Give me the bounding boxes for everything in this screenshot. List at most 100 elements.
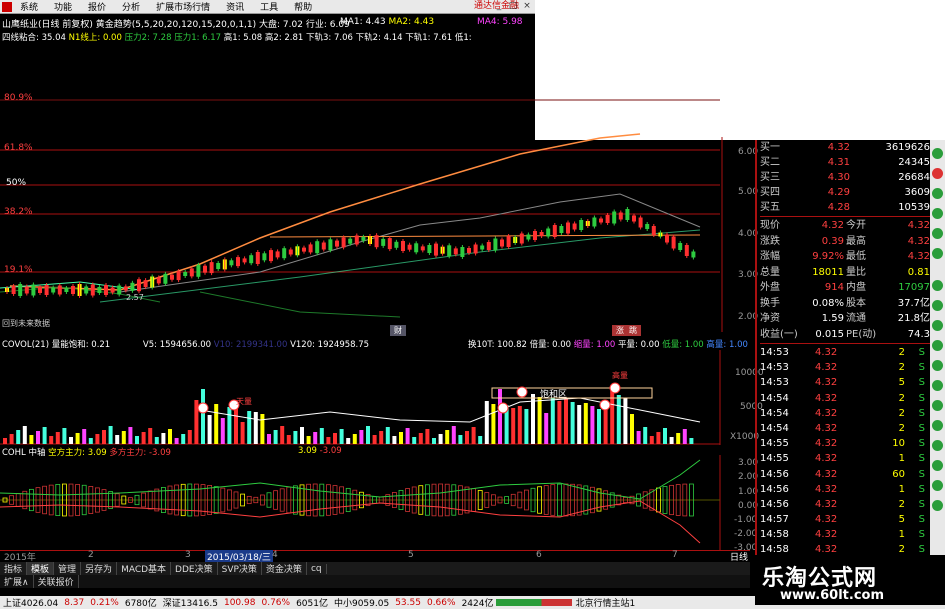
bid-row[interactable]: 买二 4.31 24345 — [760, 155, 930, 170]
stat-label: 股本 — [846, 297, 866, 309]
stat-label: 涨幅 — [760, 251, 780, 262]
menu-analysis[interactable]: 分析 — [114, 0, 148, 13]
close-icon[interactable]: × — [520, 0, 534, 13]
volume-bar — [458, 435, 463, 444]
toolbar-button-icon[interactable] — [932, 228, 943, 239]
tick-row: 14:58 4.32 1 S — [760, 527, 930, 542]
bid-row[interactable]: 买五 4.28 10539 — [760, 200, 930, 215]
toolbar-button-icon[interactable] — [932, 280, 943, 291]
side-toolbar[interactable] — [930, 140, 945, 560]
menu-help[interactable]: 帮助 — [286, 0, 320, 13]
bid-row[interactable]: 买三 4.30 26684 — [760, 170, 930, 185]
stat-row: 涨幅 9.92% 最低 4.32 — [760, 249, 930, 265]
stat-value: 21.8亿 — [897, 313, 930, 324]
volume-bar — [484, 401, 489, 444]
toolbar-button-icon[interactable] — [932, 400, 943, 411]
sh-change: 8.37 — [64, 597, 85, 608]
stat-row: 现价 4.32 今开 4.32 — [760, 218, 930, 234]
bid-price: 4.28 — [827, 202, 850, 213]
toolbar-button-icon[interactable] — [932, 188, 943, 199]
toolbar-button-icon[interactable] — [932, 168, 943, 179]
toolbar-button-icon[interactable] — [932, 208, 943, 219]
stat-value: 0.81 — [907, 266, 930, 278]
event-marker-jump[interactable]: 跳 — [625, 325, 641, 336]
volume-bar — [227, 407, 232, 444]
bid-volume: 26684 — [898, 172, 930, 183]
price-chart[interactable]: 2.57 回到未来数据 — [0, 42, 760, 332]
volume-bar — [174, 438, 179, 444]
tab-extend[interactable]: 扩展∧ — [0, 575, 34, 588]
bid-label: 买五 — [760, 202, 780, 213]
tick-time: 14:53 — [760, 347, 789, 358]
toolbar-button-icon[interactable] — [932, 320, 943, 331]
sz-amount: 6051亿 — [296, 599, 328, 609]
tab-cq[interactable]: cq — [307, 563, 327, 574]
bid-row[interactable]: 买四 4.29 3609 — [760, 185, 930, 200]
menu-tools[interactable]: 工具 — [252, 0, 286, 13]
extension-tabs: 扩展∧ 关联报价 — [0, 575, 750, 588]
volume-bar — [201, 389, 205, 444]
stat-value: 4.32 — [907, 235, 930, 247]
tick-volume: 1 — [898, 529, 905, 541]
menu-news[interactable]: 资讯 — [218, 0, 252, 13]
tick-volume: 1 — [898, 483, 905, 495]
tab-indicator[interactable]: 指标 — [0, 562, 28, 575]
volume-bar — [399, 432, 403, 444]
menu-system[interactable]: 系统 — [12, 0, 46, 13]
event-marker-finance[interactable]: 财 — [390, 325, 406, 336]
tick-volume: 5 — [898, 514, 905, 526]
tab-save-as[interactable]: 另存为 — [81, 562, 118, 575]
market-breadth-bar — [496, 599, 573, 606]
tab-template[interactable]: 模板 — [27, 562, 55, 575]
toolbar-button-icon[interactable] — [932, 380, 943, 391]
bid-label: 买二 — [760, 157, 780, 168]
volume-bar — [656, 432, 661, 444]
tab-dde[interactable]: DDE决策 — [171, 562, 218, 575]
bid-volume: 10539 — [898, 202, 930, 213]
volume-bar — [300, 427, 304, 444]
toolbar-button-icon[interactable] — [932, 360, 943, 371]
cohl-axis-label: -2.00 — [734, 529, 758, 539]
volume-bar — [451, 426, 456, 444]
volume-bar — [187, 430, 192, 444]
stat-value: 1.59 — [821, 313, 844, 324]
toolbar-button-icon[interactable] — [932, 480, 943, 491]
toolbar-button-icon[interactable] — [932, 500, 943, 511]
toolbar-button-icon[interactable] — [932, 248, 943, 259]
bid-volume: 3619626 — [885, 142, 930, 153]
tab-svp[interactable]: SVP决策 — [218, 562, 262, 575]
server-name[interactable]: 北京行情主站1 — [572, 596, 638, 609]
toolbar-button-icon[interactable] — [932, 460, 943, 471]
menu-function[interactable]: 功能 — [46, 0, 80, 13]
bid-row[interactable]: 买一 4.32 3619626 — [760, 140, 930, 155]
volume-bar — [636, 431, 641, 444]
tab-manage[interactable]: 管理 — [54, 562, 82, 575]
stat-label: 最低 — [846, 251, 866, 262]
date-axis — [0, 550, 750, 562]
tick-time: 14:56 — [760, 468, 789, 480]
volume-bar — [544, 413, 549, 444]
volume-bar — [498, 389, 502, 444]
cohl-chart[interactable] — [0, 455, 730, 550]
toolbar-button-icon[interactable] — [932, 340, 943, 351]
volume-chart[interactable] — [0, 350, 730, 445]
tab-macd[interactable]: MACD基本 — [117, 562, 172, 575]
toolbar-button-icon[interactable] — [932, 300, 943, 311]
volume-bar — [267, 434, 271, 444]
toolbar-button-icon[interactable] — [932, 420, 943, 431]
volume-bar — [82, 429, 87, 444]
turnover-10t: 换10T: 100.82 — [468, 340, 527, 350]
toolbar-button-icon[interactable] — [932, 440, 943, 451]
tab-related-quote[interactable]: 关联报价 — [34, 575, 79, 588]
stat-label: 内盘 — [846, 282, 866, 293]
maximize-icon[interactable]: □ — [506, 0, 520, 13]
fib-38-label: 38.2% — [4, 207, 33, 217]
tab-fund[interactable]: 资金决策 — [262, 562, 307, 575]
volume-bar — [471, 427, 476, 444]
menu-extended-market[interactable]: 扩展市场行情 — [148, 0, 218, 13]
minimize-icon[interactable]: _ — [492, 0, 506, 13]
toolbar-button-icon[interactable] — [932, 148, 943, 159]
volume-bar — [29, 435, 34, 444]
menu-quote[interactable]: 报价 — [80, 0, 114, 13]
volume-bar — [339, 429, 344, 444]
